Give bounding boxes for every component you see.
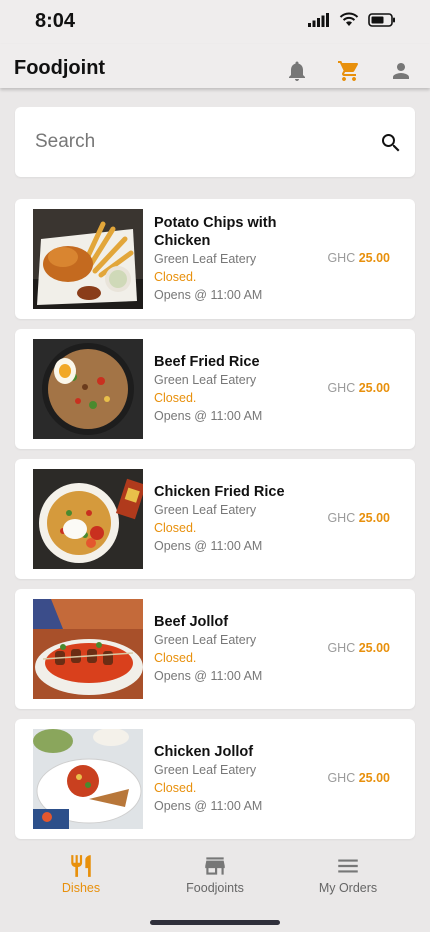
account-icon[interactable] [389,59,413,83]
dish-image [33,469,143,569]
dish-card[interactable]: Chicken Jollof Green Leaf Eatery Closed.… [15,719,415,839]
price: GHC 25.00 [327,251,390,265]
price-amount: 25.00 [358,641,390,655]
dish-image [33,599,143,699]
tab-label: My Orders [318,881,378,895]
wifi-icon [339,12,359,26]
search-placeholder: Search [35,131,96,152]
dish-image [33,339,143,439]
dish-image [33,729,143,829]
dish-card[interactable]: Beef Fried Rice Green Leaf Eatery Closed… [15,329,415,449]
app-bar: Foodjoint [0,44,430,88]
tab-foodjoints[interactable]: Foodjoints [160,853,270,895]
status-icons [308,12,396,27]
dish-card[interactable]: Beef Jollof Green Leaf Eatery Closed. Op… [15,589,415,709]
search-input[interactable]: Search [15,107,415,177]
tab-dishes[interactable]: Dishes [26,853,136,895]
price: GHC 25.00 [327,381,390,395]
dish-details: Beef Jollof Green Leaf Eatery Closed. Op… [154,589,314,709]
price-currency: GHC [327,251,356,265]
search-icon[interactable] [379,131,403,155]
dish-card[interactable]: Potato Chips with Chicken Green Leaf Eat… [15,199,415,319]
eatery-name: Green Leaf Eatery [154,373,257,387]
price: GHC 25.00 [327,771,390,785]
status-text: Closed. [154,270,197,284]
fork-knife-icon [68,853,94,879]
dish-list: Potato Chips with Chicken Green Leaf Eat… [15,199,415,849]
bottom-nav: Dishes Foodjoints My Orders [0,843,430,932]
storefront-icon [202,853,228,879]
cart-icon[interactable] [337,59,361,83]
status-text: Closed. [154,391,197,405]
home-indicator[interactable] [150,920,280,925]
dish-details: Beef Fried Rice Green Leaf Eatery Closed… [154,329,314,449]
dish-name: Potato Chips with Chicken [154,215,277,249]
app-actions [285,59,413,83]
menu-lines-icon [335,853,361,879]
price-currency: GHC [327,381,356,395]
eatery-name: Green Leaf Eatery [154,763,257,777]
dish-name: Chicken Jollof [154,744,254,760]
battery-icon [368,12,395,27]
opening-time: Opens @ 11:00 AM [154,799,263,813]
opening-time: Opens @ 11:00 AM [154,539,263,553]
price-currency: GHC [327,771,356,785]
signal-icon [308,12,329,27]
price-amount: 25.00 [358,381,390,395]
dish-details: Chicken Fried Rice Green Leaf Eatery Clo… [154,459,314,579]
tab-label: Foodjoints [186,881,244,895]
eatery-name: Green Leaf Eatery [154,503,257,517]
opening-time: Opens @ 11:00 AM [154,409,263,423]
eatery-name: Green Leaf Eatery [154,633,257,647]
bell-icon[interactable] [285,59,309,83]
dish-details: Potato Chips with Chicken Green Leaf Eat… [154,199,314,319]
eatery-name: Green Leaf Eatery [154,252,257,266]
status-text: Closed. [154,651,197,665]
app-title: Foodjoint [14,57,106,79]
dish-card[interactable]: Chicken Fried Rice Green Leaf Eatery Clo… [15,459,415,579]
price-amount: 25.00 [358,251,390,265]
dish-name: Beef Jollof [154,614,229,630]
price-currency: GHC [327,511,356,525]
price: GHC 25.00 [327,511,390,525]
tab-my-orders[interactable]: My Orders [293,853,403,895]
tab-label: Dishes [61,881,101,895]
status-time: 8:04 [35,10,76,32]
dish-name: Beef Fried Rice [154,354,260,370]
status-bar: 8:04 [0,0,430,44]
dish-image [33,209,143,309]
price-amount: 25.00 [358,771,390,785]
status-text: Closed. [154,781,197,795]
opening-time: Opens @ 11:00 AM [154,288,263,302]
price: GHC 25.00 [327,641,390,655]
price-amount: 25.00 [358,511,390,525]
dish-name: Chicken Fried Rice [154,484,285,500]
opening-time: Opens @ 11:00 AM [154,669,263,683]
status-text: Closed. [154,521,197,535]
price-currency: GHC [327,641,356,655]
dish-details: Chicken Jollof Green Leaf Eatery Closed.… [154,719,314,839]
